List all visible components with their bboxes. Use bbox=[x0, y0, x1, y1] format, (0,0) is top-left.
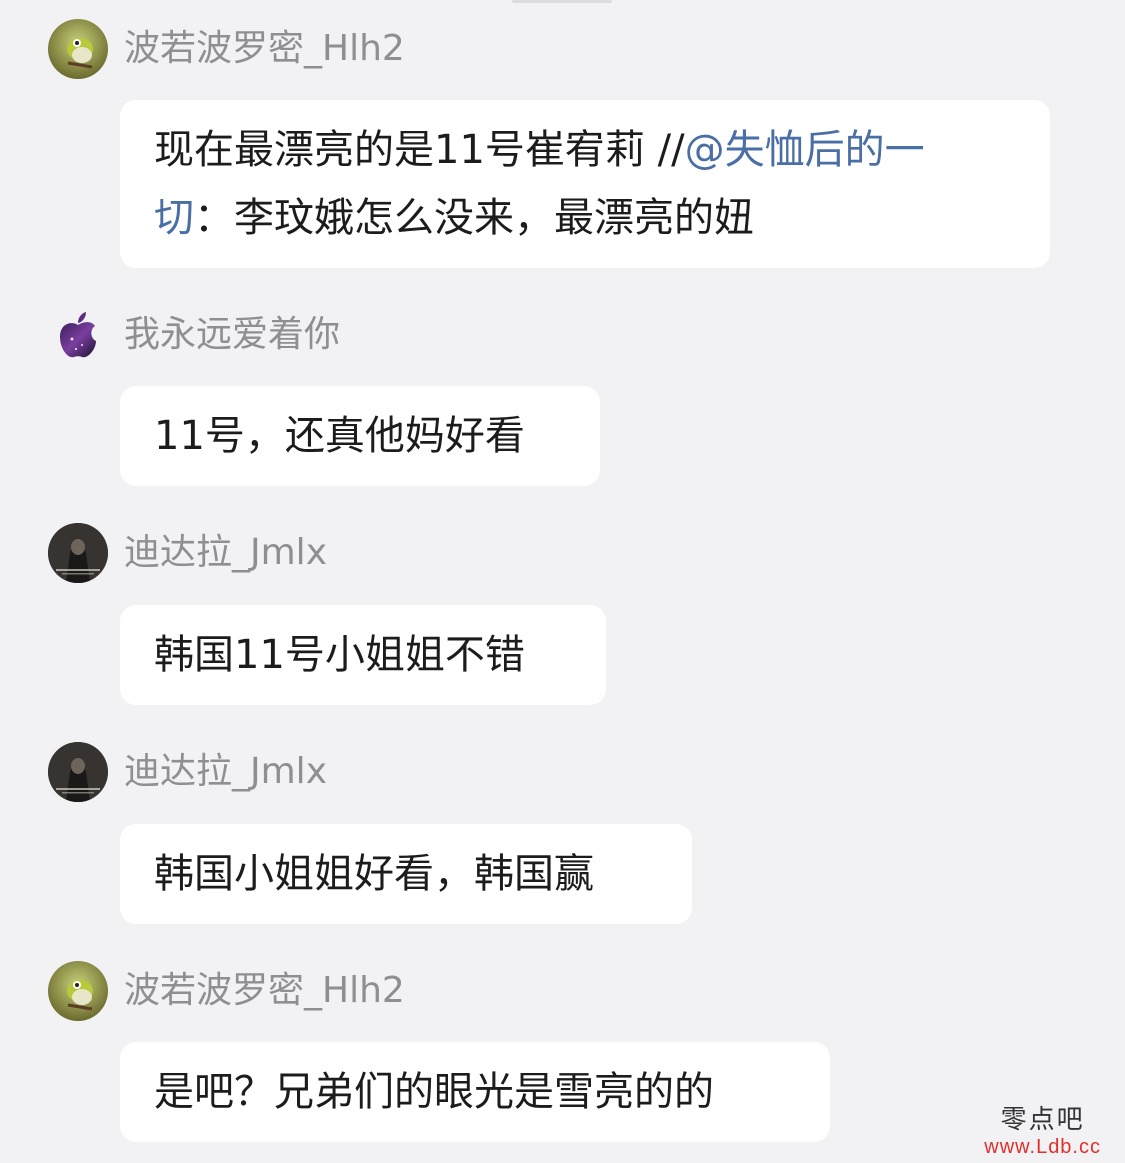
username[interactable]: 波若波罗密_Hlh2 bbox=[124, 19, 405, 79]
bird-avatar-icon[interactable] bbox=[48, 961, 108, 1021]
username[interactable]: 波若波罗密_Hlh2 bbox=[124, 961, 405, 1021]
dark-portrait-avatar-icon[interactable] bbox=[48, 742, 108, 802]
comment-text: ：李玟娥怎么没来，最漂亮的妞 bbox=[194, 195, 754, 241]
comment-text: 是吧？兄弟们的眼光是雪亮的的 bbox=[154, 1069, 714, 1115]
comment-bubble: 韩国小姐姐好看，韩国赢 bbox=[120, 824, 692, 924]
comment-text: 韩国小姐姐好看，韩国赢 bbox=[154, 851, 594, 897]
comment-bubble: 现在最漂亮的是11号崔宥莉 //@失恤后的一 切：李玟娥怎么没来，最漂亮的妞 bbox=[120, 100, 1050, 268]
dark-portrait-avatar-icon[interactable] bbox=[48, 523, 108, 583]
comment-bubble: 11号，还真他妈好看 bbox=[120, 386, 600, 486]
mention-link[interactable]: @失恤后的一 bbox=[685, 127, 925, 173]
comment-bubble: 韩国11号小姐姐不错 bbox=[120, 605, 606, 705]
username[interactable]: 迪达拉_Jmlx bbox=[124, 742, 327, 802]
apple-logo-avatar-icon[interactable] bbox=[48, 305, 108, 365]
username[interactable]: 我永远爱着你 bbox=[124, 305, 340, 365]
username[interactable]: 迪达拉_Jmlx bbox=[124, 523, 327, 583]
comment-text: 11号，还真他妈好看 bbox=[154, 413, 525, 459]
watermark: 零点吧 www.Ldb.cc bbox=[984, 1105, 1101, 1159]
mention-link-continued[interactable]: 切 bbox=[154, 195, 194, 241]
watermark-name: 零点吧 bbox=[1000, 1105, 1085, 1135]
watermark-url: www.Ldb.cc bbox=[984, 1136, 1101, 1158]
comment-text-line-2: 切：李玟娥怎么没来，最漂亮的妞 bbox=[154, 184, 1016, 252]
drag-handle[interactable] bbox=[512, 0, 612, 3]
comment-text: 韩国11号小姐姐不错 bbox=[154, 632, 525, 678]
bird-avatar-icon[interactable] bbox=[48, 19, 108, 79]
comment-text-line-1: 现在最漂亮的是11号崔宥莉 //@失恤后的一 bbox=[154, 116, 1016, 184]
comment-text: 现在最漂亮的是11号崔宥莉 // bbox=[154, 127, 685, 173]
comment-bubble: 是吧？兄弟们的眼光是雪亮的的 bbox=[120, 1042, 830, 1142]
